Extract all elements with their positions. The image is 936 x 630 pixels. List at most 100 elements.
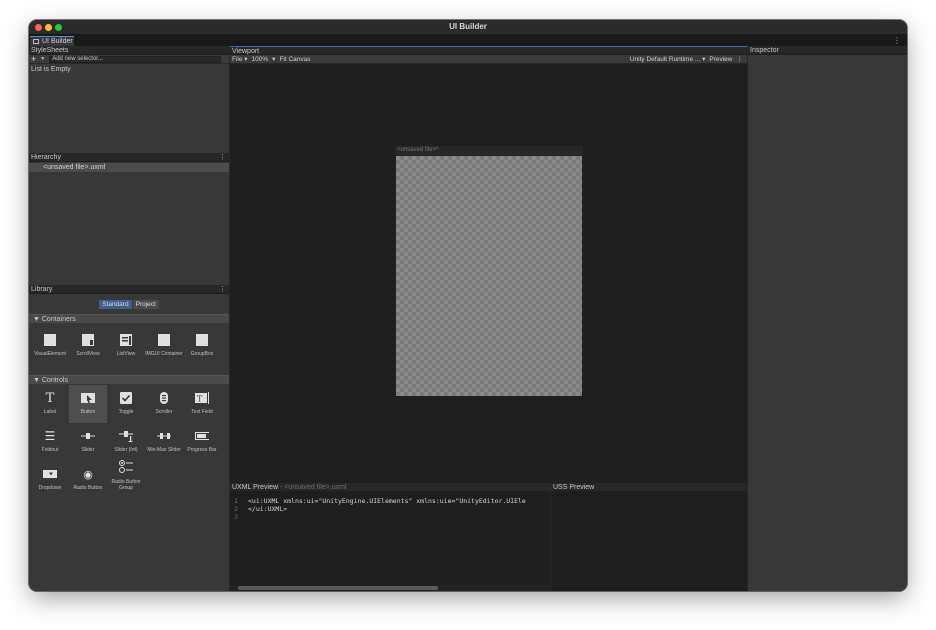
library-item-radio-button[interactable]: ◉ Radio Button — [69, 461, 107, 499]
canvas-area[interactable] — [396, 156, 582, 396]
fit-canvas-button[interactable]: Fit Canvas — [279, 56, 310, 63]
library-item-label-text: Slider (Int) — [114, 447, 138, 453]
library-item-groupbox[interactable]: GroupBox — [183, 327, 221, 373]
viewport-header: Viewport — [230, 46, 747, 55]
add-icon[interactable]: + — [31, 55, 36, 64]
zoom-level[interactable]: 100% — [252, 56, 269, 63]
horizontal-scrollbar[interactable] — [230, 585, 550, 591]
library-panel: Library ⋮ Standard Project ▼ Containers … — [29, 285, 229, 591]
controls-grid: T Label Button Toggle Scroller T Text Fi… — [29, 384, 229, 499]
uss-preview-header: USS Preview — [551, 483, 747, 492]
library-item-label-text: Radio Button — [73, 485, 103, 491]
section-controls-label: Controls — [41, 377, 68, 384]
visual-element-icon — [43, 333, 57, 347]
stylesheets-header: StyleSheets — [29, 46, 229, 55]
hierarchy-item-root[interactable]: <unsaved file>.uxml — [29, 163, 229, 172]
add-selector-input[interactable]: Add new selector... — [49, 55, 222, 63]
toggle-icon — [119, 391, 133, 405]
tab-menu-kebab-icon[interactable]: ⋮ — [893, 36, 901, 45]
viewport-toolbar-right: Unity Default Runtime ... ▾ Preview ⋮ — [630, 55, 743, 64]
uss-preview-panel: USS Preview — [551, 483, 747, 591]
groupbox-icon — [195, 333, 209, 347]
line-number: 3 — [234, 513, 238, 521]
tab-standard[interactable]: Standard — [99, 300, 132, 309]
library-item-label-text: Slider — [81, 447, 95, 453]
theme-dropdown[interactable]: Unity Default Runtime ... ▾ — [630, 55, 706, 64]
uss-preview-title: USS Preview — [553, 484, 595, 491]
library-item-slider-int[interactable]: Slider (Int) — [107, 423, 145, 461]
library-item-label-text: Button — [80, 409, 96, 415]
uxml-code[interactable]: 1 <ui:UXML xmlns:ui="UnityEngine.UIElemen… — [230, 492, 550, 521]
library-item-min-max-slider[interactable]: Min-Max Slider — [145, 423, 183, 461]
library-item-label: GroupBox — [190, 351, 214, 357]
tab-project[interactable]: Project — [132, 300, 159, 309]
slider-icon — [81, 429, 95, 443]
library-item-text-field[interactable]: T Text Field — [183, 385, 221, 423]
viewport-menu-icon[interactable]: ⋮ — [737, 55, 744, 64]
inspector-panel: Inspector — [748, 46, 907, 591]
library-header: Library ⋮ — [29, 285, 229, 294]
progress-bar-icon — [195, 429, 209, 443]
library-item-label-text: Foldout — [41, 447, 59, 453]
library-item-scrollview[interactable]: ScrollView — [69, 327, 107, 373]
line-number: 1 — [234, 497, 238, 505]
library-item-listview[interactable]: ListView — [107, 327, 145, 373]
library-item-radio-button-group[interactable]: Radio Button Group — [107, 460, 145, 499]
library-item-label: IMGUI Container — [145, 351, 183, 357]
section-containers[interactable]: ▼ Containers — [29, 314, 229, 323]
slider-int-icon — [119, 429, 133, 443]
library-item-button[interactable]: Button — [69, 385, 107, 423]
zoom-dropdown-icon[interactable]: ▾ — [272, 55, 275, 63]
library-item-label-text: Label — [43, 409, 57, 415]
library-item-label[interactable]: T Label — [31, 385, 69, 423]
section-controls[interactable]: ▼ Controls — [29, 375, 229, 384]
svg-text:T: T — [197, 395, 203, 404]
chevron-down-icon[interactable]: ▼ — [40, 56, 45, 62]
file-menu[interactable]: File ▾ — [232, 55, 248, 63]
library-item-label-text: Toggle — [118, 409, 134, 415]
min-max-slider-icon — [157, 429, 171, 443]
library-menu-icon[interactable]: ⋮ — [219, 285, 226, 294]
listview-icon — [119, 333, 133, 347]
button-icon — [81, 391, 95, 405]
line-number: 2 — [234, 505, 238, 513]
stylesheets-panel: StyleSheets + ▼ Add new selector... List… — [29, 46, 229, 170]
viewport-toolbar: File ▾ 100% ▾ Fit Canvas Unity Default R… — [230, 55, 747, 64]
library-item-scroller[interactable]: Scroller — [145, 385, 183, 423]
viewport-title: Viewport — [232, 48, 260, 55]
uxml-preview-title: UXML Preview — [232, 484, 279, 491]
stylesheets-toolbar: + ▼ Add new selector... — [29, 55, 229, 64]
ui-builder-window: UI Builder UI Builder ⋮ StyleSheets + ▼ … — [29, 20, 907, 591]
library-item-foldout[interactable]: ☰ Foldout — [31, 423, 69, 461]
containers-grid: VisualElement ScrollView ListView IMGUI … — [29, 323, 229, 373]
inspector-title: Inspector — [750, 47, 779, 54]
uxml-preview-subtitle: - <unsaved file>.uxml — [279, 484, 347, 491]
scroller-icon — [157, 391, 171, 405]
library-item-label-text: Progress Bar — [187, 447, 217, 453]
canvas-title: <unsaved file>* — [395, 146, 583, 155]
foldout-icon: ☰ — [44, 429, 56, 443]
uxml-preview-panel: UXML Preview - <unsaved file>.uxml 1 <ui:… — [230, 483, 550, 591]
library-item-progress-bar[interactable]: Progress Bar — [183, 423, 221, 461]
library-item-label-text: Text Field — [191, 409, 213, 415]
hierarchy-panel: Hierarchy ⋮ <unsaved file>.uxml — [29, 153, 229, 285]
tab-label: UI Builder — [42, 38, 73, 45]
scrollbar-thumb[interactable] — [238, 586, 438, 590]
library-item-label: VisualElement — [34, 351, 66, 357]
code-line: <ui:UXML xmlns:ui="UnityEngine.UIElement… — [248, 497, 526, 505]
library-item-dropdown[interactable]: Dropdown — [31, 461, 69, 499]
library-item-slider[interactable]: Slider — [69, 423, 107, 461]
library-item-imgui-container[interactable]: IMGUI Container — [145, 327, 183, 373]
section-containers-label: Containers — [41, 316, 76, 323]
tab-ui-builder[interactable]: UI Builder — [30, 36, 74, 46]
library-item-visualelement[interactable]: VisualElement — [31, 327, 69, 373]
window-icon — [33, 39, 39, 44]
library-item-toggle[interactable]: Toggle — [107, 385, 145, 423]
preview-button[interactable]: Preview — [709, 55, 732, 64]
stylesheets-title: StyleSheets — [31, 47, 69, 54]
library-item-label-text: Dropdown — [38, 485, 62, 491]
hierarchy-menu-icon[interactable]: ⋮ — [219, 153, 226, 162]
library-tab-toggle: Standard Project — [29, 300, 229, 309]
dropdown-icon — [43, 467, 57, 481]
radio-button-icon: ◉ — [83, 468, 93, 481]
